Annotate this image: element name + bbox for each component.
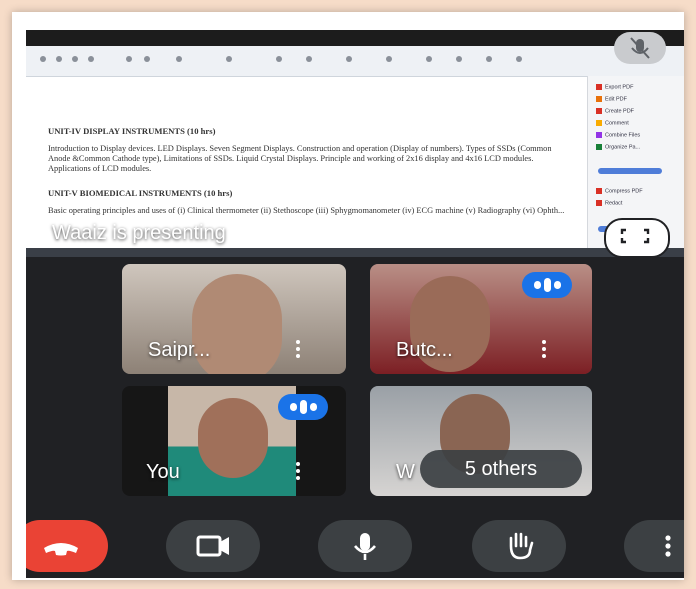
end-call-button[interactable] bbox=[26, 520, 108, 572]
unit4-heading: UNIT-IV DISPLAY INSTRUMENTS (10 hrs) bbox=[48, 126, 216, 136]
microphone-button[interactable] bbox=[318, 520, 412, 572]
meet-call-screen: UNIT-IV DISPLAY INSTRUMENTS (10 hrs) Int… bbox=[26, 30, 684, 578]
export-pdf-icon bbox=[596, 84, 602, 90]
presenter-label: Waaiz is presenting bbox=[52, 222, 226, 244]
tool-item[interactable]: Redact bbox=[596, 200, 622, 208]
tool-item[interactable]: Combine Files bbox=[596, 132, 640, 140]
participant-name: Butc... bbox=[396, 339, 453, 361]
participant-tile[interactable]: Saipr... bbox=[122, 264, 346, 374]
participant-tile[interactable]: You bbox=[122, 386, 346, 496]
unit4-body: Introduction to Display devices. LED Dis… bbox=[48, 144, 552, 173]
phone-hangup-icon bbox=[44, 543, 78, 556]
raise-hand-button[interactable] bbox=[472, 520, 566, 572]
tool-item[interactable]: Organize Pa... bbox=[596, 144, 640, 152]
tile-more-icon[interactable] bbox=[542, 340, 546, 358]
unit5-body: Basic operating principles and uses of (… bbox=[48, 206, 565, 215]
camera-button[interactable] bbox=[166, 520, 260, 572]
hand-icon bbox=[509, 532, 534, 560]
pdf-viewer-titlebar bbox=[26, 30, 684, 46]
speaking-indicator-icon bbox=[278, 394, 328, 420]
participant-tile[interactable]: W 5 others bbox=[370, 386, 592, 496]
video-camera-icon bbox=[196, 535, 229, 557]
mic-off-icon bbox=[630, 37, 650, 59]
fullscreen-button[interactable] bbox=[604, 218, 670, 258]
participant-face bbox=[198, 398, 268, 478]
tool-item[interactable]: Export PDF bbox=[596, 84, 633, 92]
microphone-icon bbox=[354, 533, 376, 560]
combine-files-icon bbox=[596, 132, 602, 138]
more-vert-icon bbox=[665, 535, 671, 557]
shared-document: UNIT-IV DISPLAY INSTRUMENTS (10 hrs) Int… bbox=[48, 126, 568, 222]
redact-icon bbox=[596, 200, 602, 206]
unit5-heading: UNIT-V BIOMEDICAL INSTRUMENTS (10 hrs) bbox=[48, 188, 233, 198]
compress-pdf-icon bbox=[596, 188, 602, 194]
tile-more-icon[interactable] bbox=[296, 340, 300, 358]
participant-tile[interactable]: Butc... bbox=[370, 264, 592, 374]
participant-name: W bbox=[396, 461, 415, 483]
tile-more-icon[interactable] bbox=[296, 462, 300, 480]
more-options-button[interactable] bbox=[624, 520, 684, 572]
comment-icon bbox=[596, 120, 602, 126]
create-pdf-icon bbox=[596, 108, 602, 114]
panel-action-button[interactable] bbox=[598, 168, 662, 174]
tool-item[interactable]: Create PDF bbox=[596, 108, 634, 116]
others-count-badge[interactable]: 5 others bbox=[420, 450, 582, 488]
organize-pages-icon bbox=[596, 144, 602, 150]
participant-name: Saipr... bbox=[148, 339, 211, 361]
tool-item[interactable]: Comment bbox=[596, 120, 629, 128]
desktop-taskbar bbox=[26, 248, 684, 257]
fullscreen-icon bbox=[620, 228, 650, 244]
edit-pdf-icon bbox=[596, 96, 602, 102]
presenter-mic-off-badge bbox=[614, 32, 666, 64]
tool-item[interactable]: Compress PDF bbox=[596, 188, 643, 196]
tool-item[interactable]: Edit PDF bbox=[596, 96, 627, 104]
speaking-indicator-icon bbox=[522, 272, 572, 298]
pdf-viewer-toolbar bbox=[26, 46, 684, 77]
participant-name: You bbox=[146, 461, 180, 483]
